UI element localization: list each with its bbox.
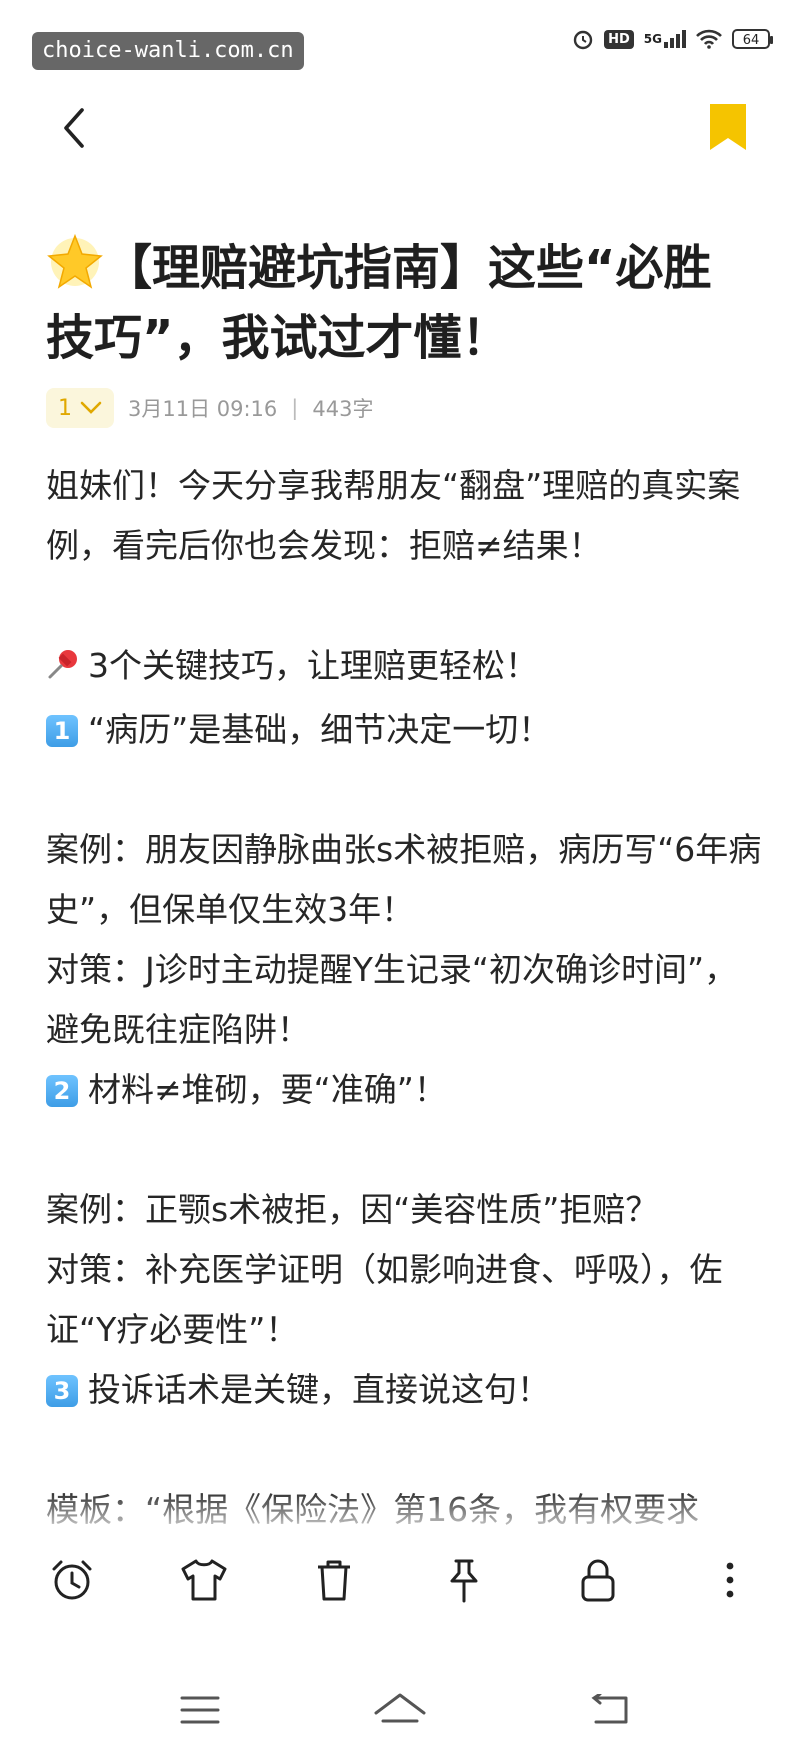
network-label: 5G [643,32,662,46]
paragraph-pin: 3个关键技巧，让理赔更轻松！ [46,636,766,700]
reminder-button[interactable] [44,1552,100,1608]
bookmark-icon [710,104,746,150]
hd-badge: HD [604,29,634,49]
status-icons: HD 5G 64 [572,28,773,50]
paragraph-text: 投诉话术是关键，直接说这句！ [88,1370,550,1409]
paragraph-keycap: 2 材料≠堆砌，要“准确”！ [46,1060,766,1120]
paragraph-text: 材料≠堆砌，要“准确”！ [88,1070,447,1109]
glowing-star-icon [46,232,104,306]
chevron-down-icon [80,401,102,414]
menu-icon [180,1696,220,1724]
word-count: 443字 [312,397,374,421]
note-meta: 1 3月11日 09:16 | 443字 [46,388,373,428]
alarm-clock-icon [52,1560,92,1600]
system-nav-bar [0,1660,800,1760]
battery-icon: 64 [732,29,773,49]
delete-button[interactable] [306,1552,362,1608]
keycap-three-icon: 3 [46,1375,78,1407]
status-bar: choice-wanli.com.cn HD 5G 64 [0,0,800,92]
signal-icon: 5G [644,30,686,48]
nav-back-button[interactable] [580,1684,640,1736]
wifi-icon [696,29,722,49]
home-icon [374,1693,426,1723]
bookmark-button[interactable] [700,100,756,156]
note-title-text: 【理赔避坑指南】这些“必胜技巧”，我试过才懂！ [46,240,712,366]
note-title: 【理赔避坑指南】这些“必胜技巧”，我试过才懂！ [46,232,756,370]
pushpin-icon [46,640,82,700]
pin-button[interactable] [436,1552,492,1608]
t-shirt-icon [181,1559,227,1601]
note-date: 3月11日 09:16 [128,397,278,421]
paragraph: 案例：正颚s术被拒，因“美容性质”拒赔？ [46,1190,659,1229]
alarm-status-icon [572,28,594,50]
nav-home-button[interactable] [370,1684,430,1736]
paragraph: 对策：补充医学证明（如影响进食、呼吸），佐证“Y疗必要性”！ [46,1250,723,1349]
lock-button[interactable] [570,1552,626,1608]
version-selector[interactable]: 1 [46,388,114,428]
watermark: choice-wanli.com.cn [32,32,304,70]
paragraph-keycap: 3 投诉话术是关键，直接说这句！ [46,1360,766,1420]
pin-icon [450,1559,478,1603]
note-toolbar [0,1528,800,1630]
nav-menu-button[interactable] [170,1684,230,1736]
more-button[interactable] [702,1552,758,1608]
chevron-left-icon [64,108,84,148]
paragraph-text: “病历”是基础，细节决定一切！ [88,710,552,749]
paragraph-text: 3个关键技巧，让理赔更轻松！ [88,646,538,685]
trash-icon [318,1560,350,1601]
back-button[interactable] [50,104,98,152]
back-icon [591,1694,628,1724]
keycap-two-icon: 2 [46,1075,78,1107]
version-number: 1 [58,395,72,421]
theme-button[interactable] [176,1552,232,1608]
lock-icon [581,1559,615,1602]
paragraph: 对策：J诊时主动提醒Y生记录“初次确诊时间”，避免既往症陷阱！ [46,950,738,1049]
keycap-one-icon: 1 [46,715,78,747]
paragraph-keycap: 1 “病历”是基础，细节决定一切！ [46,700,766,760]
meta-separator: | [291,396,299,420]
paragraph: 案例：朋友因静脉曲张s术被拒赔，病历写“6年病史”，但保单仅生效3年！ [46,830,762,929]
more-vertical-icon [726,1562,734,1598]
paragraph: 姐妹们！今天分享我帮朋友“翻盘”理赔的真实案例，看完后你也会发现：拒赔≠结果！ [46,466,741,565]
note-body[interactable]: 姐妹们！今天分享我帮朋友“翻盘”理赔的真实案例，看完后你也会发现：拒赔≠结果！ … [46,456,766,1540]
